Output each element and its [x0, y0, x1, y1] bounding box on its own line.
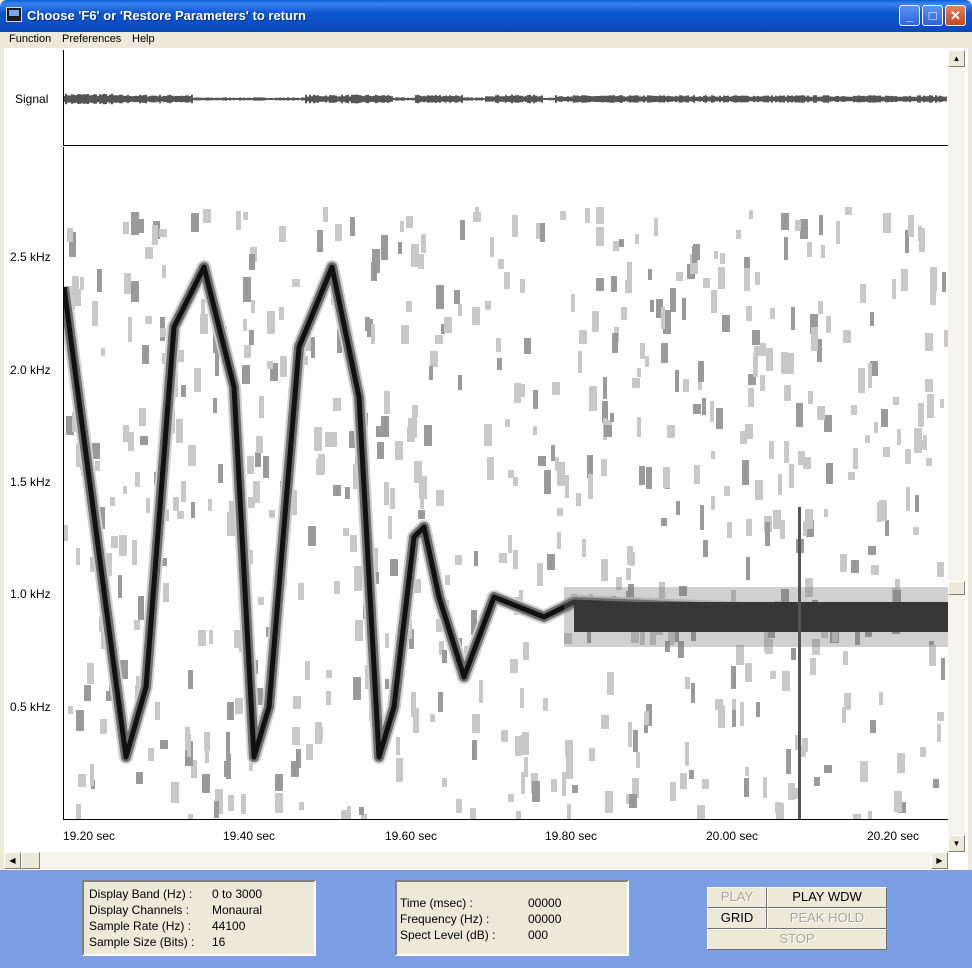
display-channels-label: Display Channels : [89, 903, 190, 917]
spectrogram-image [64, 207, 948, 819]
app-icon[interactable] [6, 7, 22, 22]
sample-rate-value: 44100 [212, 919, 246, 933]
display-channels-value: Monaural [212, 903, 263, 917]
minimize-button[interactable]: _ [899, 5, 920, 26]
scroll-left-button[interactable]: ◀ [4, 852, 21, 869]
display-band-label: Display Band (Hz) : [89, 887, 193, 901]
grid-button[interactable]: GRID [707, 908, 767, 929]
y-tick-0-5khz: 0.5 kHz [10, 700, 51, 714]
sample-rate-label: Sample Rate (Hz) : [89, 919, 192, 933]
vertical-scrollbar[interactable]: ▲ ▼ [948, 50, 965, 852]
time-value: 00000 [528, 896, 562, 910]
horizontal-scroll-thumb[interactable] [21, 852, 40, 869]
y-tick-2-0khz: 2.0 kHz [10, 363, 51, 377]
maximize-button[interactable]: □ [922, 5, 943, 26]
menu-preferences[interactable]: Preferences [62, 33, 121, 45]
play-window-button[interactable]: PLAY WDW [767, 887, 887, 908]
x-tick-19-20: 19.20 sec [63, 829, 116, 843]
control-panel: Display Band (Hz) : 0 to 3000 Display Ch… [0, 870, 972, 968]
cursor-info-box: Time (msec) : 00000 Frequency (Hz) : 000… [395, 880, 629, 956]
display-band-value: 0 to 3000 [212, 887, 263, 901]
scroll-down-button[interactable]: ▼ [948, 835, 965, 852]
close-button[interactable]: ✕ [945, 5, 966, 26]
sample-size-label: Sample Size (Bits) : [89, 935, 195, 949]
sample-size-value: 16 [212, 935, 226, 949]
window-title: Choose 'F6' or 'Restore Parameters' to r… [27, 8, 306, 23]
y-tick-1-5khz: 1.5 kHz [10, 475, 51, 489]
y-tick-2-5khz: 2.5 kHz [10, 250, 51, 264]
stop-button[interactable]: STOP [707, 929, 887, 950]
title-bar[interactable]: Choose 'F6' or 'Restore Parameters' to r… [0, 0, 972, 32]
frequency-value: 00000 [528, 912, 562, 926]
horizontal-scrollbar[interactable]: ◀ ▶ [4, 852, 948, 869]
x-tick-19-60: 19.60 sec [385, 829, 438, 843]
scroll-up-button[interactable]: ▲ [948, 50, 965, 67]
y-tick-1-0khz: 1.0 kHz [10, 587, 51, 601]
spectrogram-panel[interactable] [63, 147, 948, 820]
play-button[interactable]: PLAY [707, 887, 767, 908]
x-tick-19-40: 19.40 sec [223, 829, 276, 843]
scroll-right-button[interactable]: ▶ [931, 852, 948, 869]
x-tick-19-80: 19.80 sec [545, 829, 598, 843]
menu-help[interactable]: Help [132, 33, 155, 45]
x-tick-20-20: 20.20 sec [867, 829, 920, 843]
menu-bar: Function Preferences Help [0, 32, 972, 48]
spect-level-label: Spect Level (dB) : [400, 928, 496, 942]
signal-waveform [64, 93, 947, 105]
spect-level-value: 000 [528, 928, 549, 942]
menu-function[interactable]: Function [9, 33, 51, 45]
peak-hold-button[interactable]: PEAK HOLD [767, 908, 887, 929]
frequency-label: Frequency (Hz) : [400, 912, 490, 926]
vertical-scroll-thumb[interactable] [948, 581, 965, 595]
x-tick-20-00: 20.00 sec [706, 829, 759, 843]
display-info-box: Display Band (Hz) : 0 to 3000 Display Ch… [82, 880, 316, 956]
signal-label: Signal [15, 92, 49, 106]
time-label: Time (msec) : [400, 896, 473, 910]
